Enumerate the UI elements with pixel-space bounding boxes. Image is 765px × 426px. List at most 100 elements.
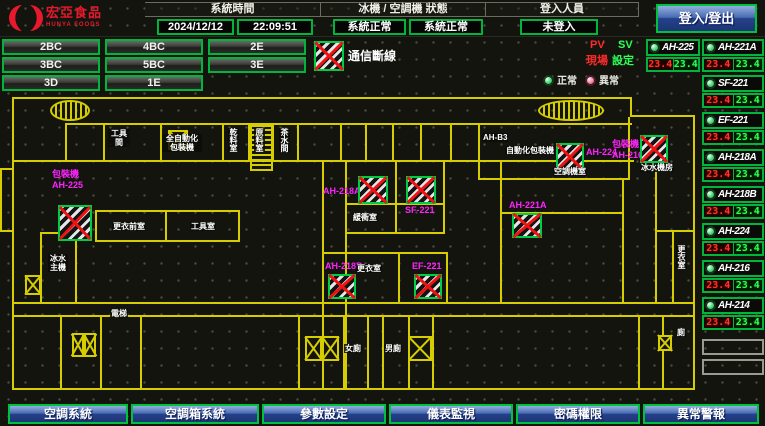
wall	[60, 315, 62, 388]
sv-value: 23.4	[734, 132, 763, 143]
floor-button-3d[interactable]: 3D	[2, 75, 100, 91]
equipment-ah-216-comm-error[interactable]	[640, 135, 668, 163]
room-label: 女廁	[344, 344, 362, 353]
abnormal-led-icon	[585, 75, 596, 86]
equipment-ah-221a-comm-error[interactable]	[512, 213, 542, 238]
nav-button-password[interactable]: 密碼權限	[516, 404, 640, 424]
floor-button-5bc[interactable]: 5BC	[105, 57, 203, 73]
sv-value: 23.4	[734, 317, 763, 328]
wall	[450, 123, 452, 162]
wall	[693, 115, 695, 390]
room-label: 茶水間	[279, 128, 290, 152]
empty-slot	[702, 359, 764, 375]
room-label: 緩衝室	[352, 213, 378, 222]
wall	[165, 210, 167, 242]
wall	[367, 315, 369, 388]
unit-ah-224-values: 23.4 23.4	[702, 241, 764, 256]
nav-button-ac-system[interactable]: 空調系統	[8, 404, 128, 424]
unit-ah-216-values: 23.4 23.4	[702, 278, 764, 293]
room-label: 工具間	[108, 129, 130, 147]
wall	[638, 315, 640, 388]
equipment-ef-221-comm-error[interactable]	[414, 274, 442, 299]
wall	[672, 230, 674, 302]
unit-ah-225-values: 23.4 23.4	[646, 57, 700, 72]
pv-value: 23.4	[704, 243, 734, 254]
room-label: 空調機室	[553, 167, 587, 176]
room-label: 電梯	[110, 309, 128, 318]
wall	[340, 123, 342, 162]
wall	[630, 115, 695, 117]
elevator-icon	[322, 336, 339, 361]
wall	[443, 160, 445, 234]
ahu-status-value: 系統正常	[409, 19, 483, 35]
unit-ef-221[interactable]: EF-221	[702, 112, 764, 129]
room-label: 更衣室	[356, 264, 382, 273]
unit-name: AH-216	[718, 263, 749, 274]
unit-ah-218a[interactable]: AH-218A	[702, 149, 764, 166]
floor-button-2e[interactable]: 2E	[208, 39, 306, 55]
unit-ah-218b[interactable]: AH-218B	[702, 186, 764, 203]
equipment-ah-225-comm-error[interactable]	[58, 205, 92, 241]
floor-button-4bc[interactable]: 4BC	[105, 39, 203, 55]
equipment-label-ah-221a: AH-221A	[509, 201, 547, 210]
wall	[478, 123, 480, 178]
unit-ah-224[interactable]: AH-224	[702, 223, 764, 240]
wall	[12, 388, 695, 390]
room-label: 冰水機房	[640, 163, 674, 172]
brand-name: 宏亞食品	[46, 6, 102, 19]
floor-button-3bc[interactable]: 3BC	[2, 57, 100, 73]
equipment-room-label: 包裝機	[612, 140, 639, 149]
login-logout-button[interactable]: 登入/登出	[656, 4, 757, 33]
machine-status-label: 冰機 / 空調機 狀態	[321, 2, 486, 17]
wall	[446, 252, 448, 304]
wall	[100, 315, 102, 388]
pv-legend-label: 現場	[586, 56, 608, 67]
nav-button-meters[interactable]: 儀表監視	[389, 404, 513, 424]
wall	[500, 160, 502, 304]
chiller-status-value: 系統正常	[333, 19, 406, 35]
unit-ah-225[interactable]: AH-225	[646, 39, 700, 56]
floor-button-2bc[interactable]: 2BC	[2, 39, 100, 55]
sv-value: 23.4	[734, 243, 763, 254]
nav-button-alarms[interactable]: 異常警報	[643, 404, 759, 424]
status-led-icon	[705, 189, 716, 200]
unit-ah-221a[interactable]: AH-221A	[702, 39, 764, 56]
wall	[0, 168, 14, 170]
floor-button-1e[interactable]: 1E	[105, 75, 203, 91]
unit-ah-214[interactable]: AH-214	[702, 297, 764, 314]
nav-button-ahu-system[interactable]: 空調箱系統	[131, 404, 259, 424]
wall	[95, 240, 240, 242]
equipment-sf-221-comm-error[interactable]	[406, 176, 436, 204]
login-person-label: 登入人員	[486, 2, 639, 17]
unit-ah-218a-values: 23.4 23.4	[702, 167, 764, 182]
wall	[398, 252, 400, 304]
wall	[95, 210, 97, 242]
empty-slot	[702, 339, 764, 355]
wall	[345, 232, 445, 234]
status-led-icon	[705, 226, 716, 237]
sv-value: 23.4	[734, 59, 763, 70]
room-label: 自動化包裝機	[505, 146, 555, 155]
pv-value: 23.4	[648, 59, 674, 70]
equipment-ah-218b-comm-error[interactable]	[328, 274, 356, 299]
sv-value: 23.4	[734, 169, 763, 180]
equipment-ah-218a-comm-error[interactable]	[358, 176, 388, 204]
pv-value: 23.4	[704, 169, 734, 180]
wall	[365, 123, 367, 162]
unit-sf-221[interactable]: SF-221	[702, 75, 764, 92]
wall	[12, 97, 632, 99]
nav-button-parameters[interactable]: 參數設定	[262, 404, 386, 424]
unit-sf-221-values: 23.4 23.4	[702, 93, 764, 108]
sv-value: 23.4	[734, 206, 763, 217]
unit-ah-216[interactable]: AH-216	[702, 260, 764, 277]
equipment-label-ah-225: AH-225	[52, 181, 83, 190]
wall	[655, 170, 657, 302]
wall	[392, 123, 394, 162]
equipment-label-ah-218a: AH-218A	[323, 187, 361, 196]
abnormal-legend-label: 異常	[599, 76, 619, 87]
unit-name: AH-218B	[718, 189, 756, 200]
pv-value: 23.4	[704, 317, 734, 328]
system-clock-value: 22:09:51	[237, 19, 313, 35]
floor-button-3e[interactable]: 3E	[208, 57, 306, 73]
pv-value: 23.4	[704, 95, 734, 106]
